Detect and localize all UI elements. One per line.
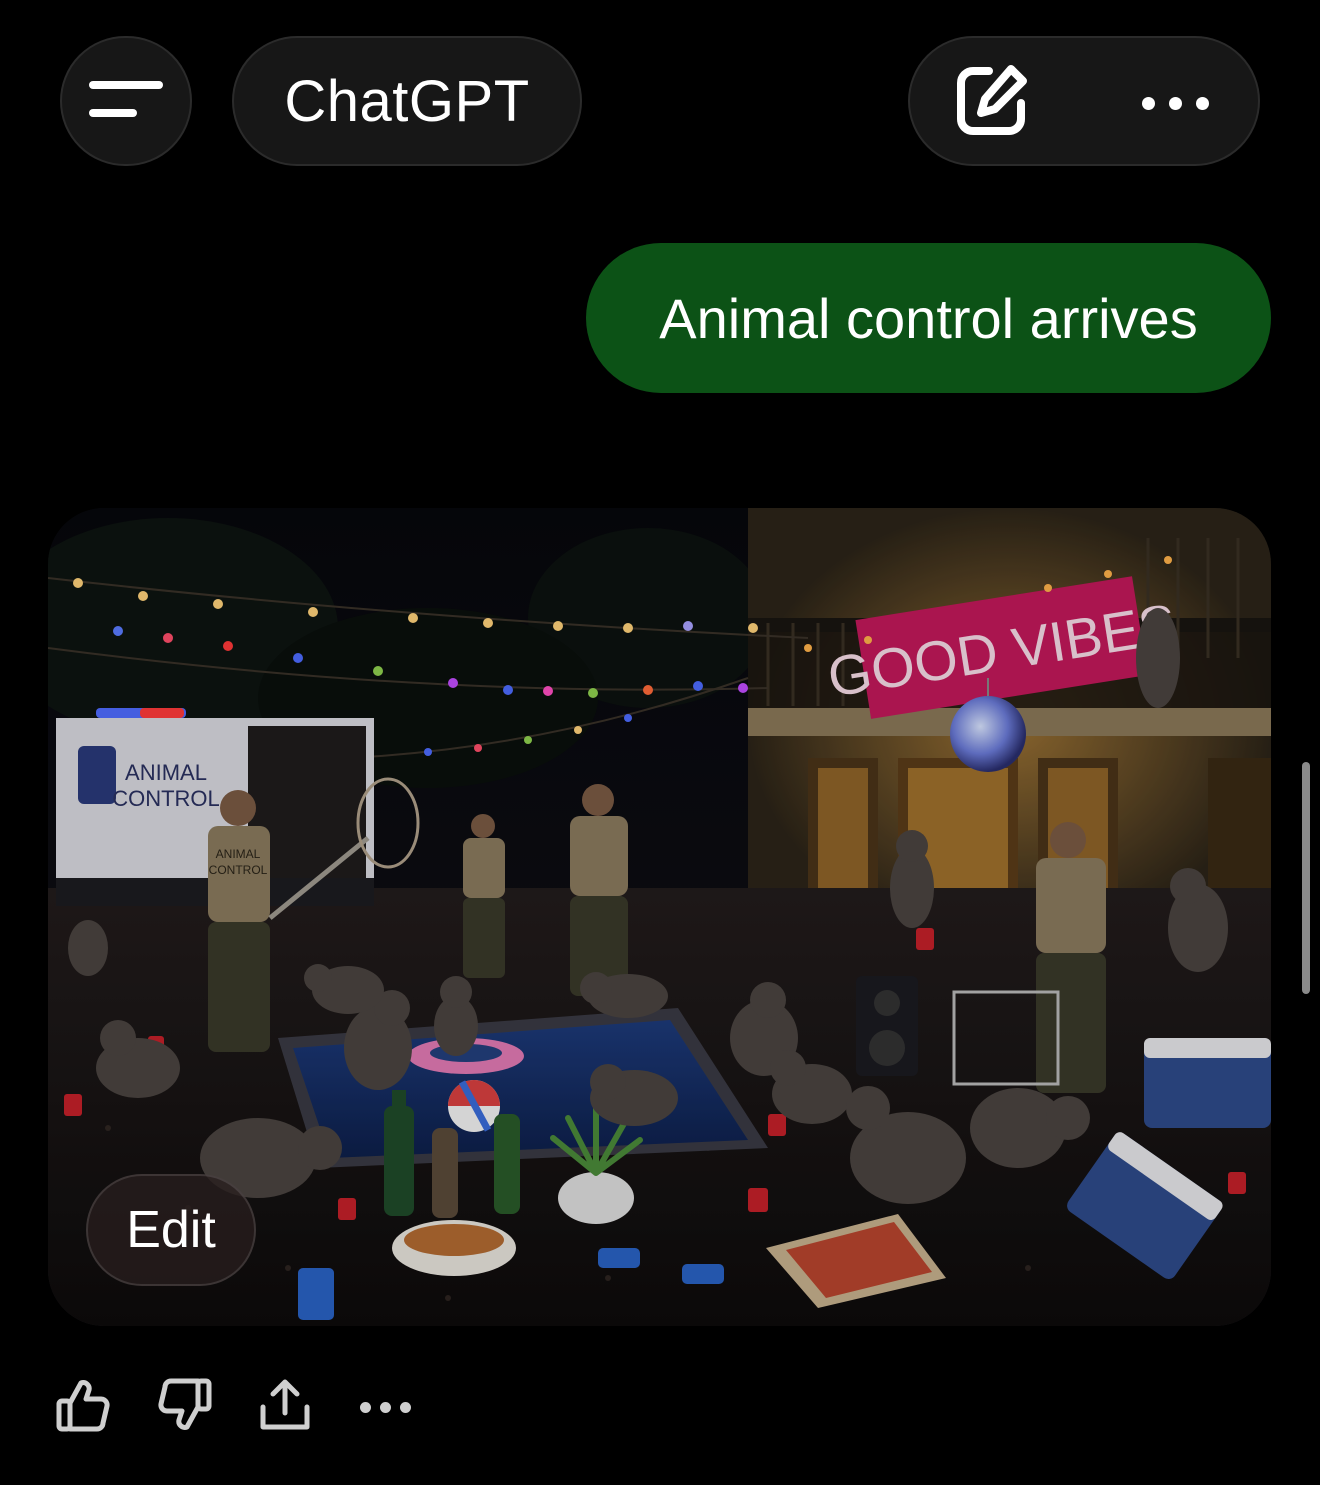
app-title: ChatGPT — [284, 68, 530, 134]
sidebar-menu-icon — [87, 77, 165, 126]
thumbs-down-button[interactable] — [154, 1376, 216, 1438]
ellipsis-icon — [359, 1401, 411, 1413]
model-selector[interactable]: ChatGPT — [232, 36, 582, 166]
ellipsis-icon — [1141, 96, 1209, 110]
user-message-bubble: Animal control arrives — [586, 243, 1271, 393]
thumbs-down-icon — [157, 1377, 213, 1438]
thumbs-up-icon — [55, 1377, 111, 1438]
new-chat-button[interactable] — [946, 62, 1036, 144]
message-more-button[interactable] — [354, 1376, 416, 1438]
share-button[interactable] — [254, 1376, 316, 1438]
edit-label: Edit — [126, 1201, 216, 1259]
new-chat-icon — [951, 61, 1031, 146]
edit-image-button[interactable]: Edit — [86, 1174, 256, 1286]
share-icon — [257, 1377, 313, 1438]
header-actions — [908, 36, 1260, 166]
sidebar-menu-button[interactable] — [60, 36, 192, 166]
thumbs-up-button[interactable] — [52, 1376, 114, 1438]
user-message-text: Animal control arrives — [659, 286, 1198, 350]
scrollbar[interactable] — [1302, 762, 1310, 994]
more-options-button[interactable] — [1120, 62, 1230, 144]
